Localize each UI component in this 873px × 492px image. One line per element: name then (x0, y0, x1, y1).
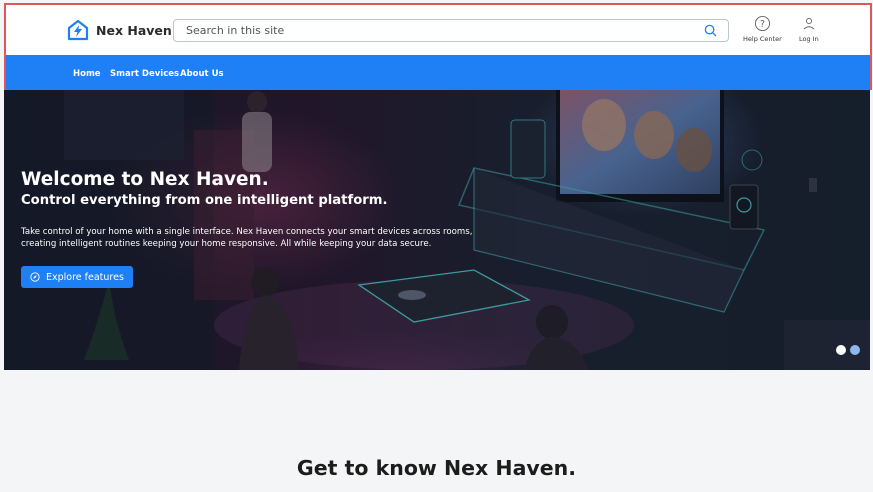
help-icon: ? (754, 15, 770, 32)
hero-subtitle: Control everything from one intelligent … (21, 193, 388, 208)
hero-description-line: Take control of your home with a single … (21, 227, 473, 237)
section-title: Get to know Nex Haven. (296, 456, 577, 480)
brand-logo[interactable]: Nex Haven (66, 15, 172, 45)
site-header: Nex Haven Search in this site ? Help Cen… (4, 3, 872, 90)
help-center-link[interactable]: ? Help Center (743, 15, 782, 43)
compass-icon (30, 272, 40, 282)
help-center-label: Help Center (743, 35, 782, 43)
logo-icon (67, 19, 89, 41)
login-link[interactable]: Log In (799, 15, 819, 43)
hero-title: Welcome to Nex Haven. (21, 169, 269, 190)
svg-text:?: ? (760, 19, 765, 30)
nav-item-smart-devices[interactable]: Smart Devices (110, 69, 179, 79)
carousel-dot-2[interactable] (850, 345, 860, 355)
login-label: Log In (799, 35, 819, 43)
user-icon (803, 17, 815, 30)
search-placeholder: Search in this site (186, 24, 285, 37)
hero-description-line: creating intelligent routines keeping yo… (21, 238, 432, 249)
hero-description: Take control of your home with a single … (21, 227, 541, 250)
brand-name: Nex Haven (96, 22, 172, 38)
nav-item-home[interactable]: Home (73, 69, 101, 79)
search-input[interactable]: Search in this site (173, 19, 729, 42)
nav-item-about-us[interactable]: About Us (180, 69, 224, 79)
carousel-dot-1[interactable] (836, 345, 846, 355)
top-bar: Nex Haven Search in this site ? Help Cen… (6, 5, 870, 55)
hero-banner: Welcome to Nex Haven. Control everything… (4, 90, 870, 370)
search-icon[interactable] (703, 23, 718, 38)
explore-features-button[interactable]: Explore features (21, 266, 133, 288)
explore-features-label: Explore features (46, 271, 124, 283)
main-nav: Home Smart Devices About Us (6, 55, 870, 90)
